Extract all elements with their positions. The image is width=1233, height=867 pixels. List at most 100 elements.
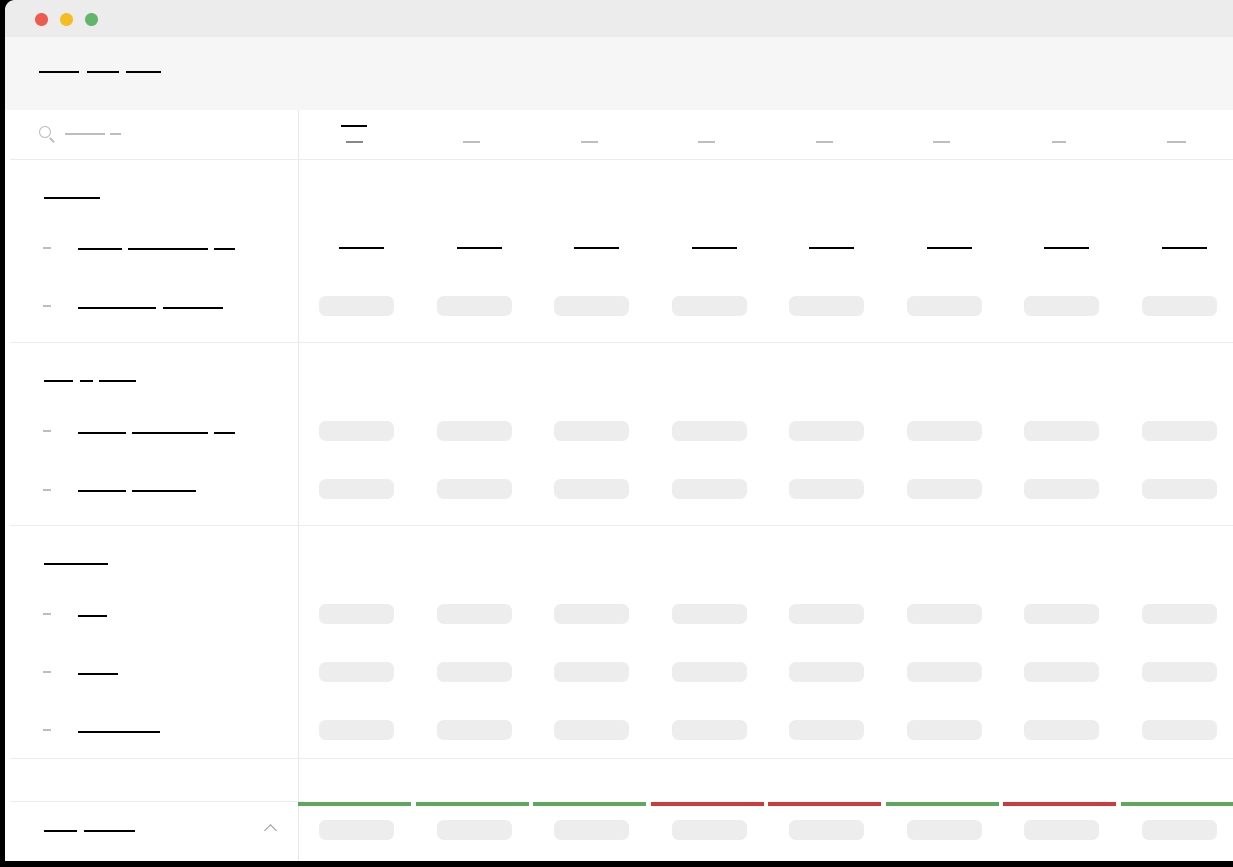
cell-placeholder (907, 421, 982, 441)
section-title (44, 563, 108, 565)
cell-placeholder (1142, 820, 1217, 840)
cell-placeholder (1142, 421, 1217, 441)
cell-placeholder (554, 720, 629, 740)
page-title (39, 71, 79, 73)
column-header[interactable] (463, 141, 480, 143)
column-header[interactable] (1052, 141, 1066, 143)
cell-placeholder (437, 421, 512, 441)
row-label (78, 248, 122, 250)
cell-placeholder (437, 720, 512, 740)
row-icon (43, 671, 51, 673)
row-label (128, 248, 208, 250)
cell-placeholder (672, 820, 747, 840)
row-label (78, 432, 126, 434)
column-header[interactable] (1167, 141, 1186, 143)
cell-placeholder (1024, 604, 1099, 624)
status-bar (1003, 802, 1116, 806)
cell-placeholder (907, 662, 982, 682)
row-label (78, 731, 160, 733)
column-header-selected-indicator (341, 125, 367, 127)
search-input[interactable] (65, 133, 105, 135)
row-label (132, 490, 196, 492)
divider (10, 159, 1233, 160)
status-bar (1121, 802, 1233, 806)
column-header[interactable] (346, 141, 363, 143)
cell-placeholder (1142, 479, 1217, 499)
row-icon (43, 247, 51, 249)
row-label (214, 432, 235, 434)
cell-placeholder (789, 820, 864, 840)
cell-placeholder (672, 604, 747, 624)
page-title (87, 71, 119, 73)
cell-placeholder (1024, 421, 1099, 441)
cell-placeholder (789, 604, 864, 624)
row-label (78, 307, 156, 309)
section-title (44, 380, 73, 382)
cell-placeholder (1142, 720, 1217, 740)
page-title (126, 71, 161, 73)
search-icon[interactable] (39, 126, 51, 138)
cell-placeholder (672, 296, 747, 316)
cell-placeholder (907, 479, 982, 499)
row-icon (43, 613, 51, 615)
cell-value (339, 247, 384, 249)
cell-placeholder (1024, 662, 1099, 682)
cell-value (574, 247, 619, 249)
footer-label (44, 830, 77, 832)
cell-value (692, 247, 737, 249)
cell-placeholder (1024, 720, 1099, 740)
minimize-window-button[interactable] (60, 13, 73, 26)
cell-placeholder (1142, 296, 1217, 316)
zoom-window-button[interactable] (85, 13, 98, 26)
row-label (78, 673, 118, 675)
cell-placeholder (319, 820, 394, 840)
status-bar (298, 802, 411, 806)
cell-placeholder (554, 296, 629, 316)
divider (10, 342, 1233, 343)
row-label (78, 615, 107, 617)
cell-placeholder (1142, 604, 1217, 624)
page-header (5, 37, 1233, 110)
cell-placeholder (672, 720, 747, 740)
cell-value (1162, 247, 1207, 249)
cell-placeholder (907, 720, 982, 740)
cell-placeholder (319, 604, 394, 624)
section-title (99, 380, 136, 382)
cell-value (809, 247, 854, 249)
cell-placeholder (907, 820, 982, 840)
cell-placeholder (319, 720, 394, 740)
row-label (214, 248, 235, 250)
row-icon (43, 430, 51, 432)
cell-placeholder (789, 421, 864, 441)
column-header[interactable] (816, 141, 833, 143)
cell-placeholder (789, 662, 864, 682)
cell-value (927, 247, 972, 249)
cell-placeholder (437, 604, 512, 624)
cell-placeholder (789, 296, 864, 316)
title-bar (5, 0, 1233, 37)
cell-placeholder (554, 421, 629, 441)
cell-placeholder (907, 604, 982, 624)
search-input-hint (110, 133, 121, 135)
cell-placeholder (319, 296, 394, 316)
column-header[interactable] (698, 141, 715, 143)
cell-placeholder (1024, 296, 1099, 316)
row-icon (43, 489, 51, 491)
column-header[interactable] (933, 141, 950, 143)
row-label (132, 432, 208, 434)
close-window-button[interactable] (35, 13, 48, 26)
cell-placeholder (319, 479, 394, 499)
row-label (163, 307, 223, 309)
cell-placeholder (437, 296, 512, 316)
column-header[interactable] (581, 141, 598, 143)
divider (10, 801, 303, 802)
status-bar (768, 802, 881, 806)
cell-placeholder (437, 479, 512, 499)
cell-placeholder (554, 479, 629, 499)
sidebar (5, 110, 299, 861)
app-window (5, 0, 1233, 861)
cell-placeholder (789, 720, 864, 740)
cell-placeholder (319, 662, 394, 682)
cell-placeholder (554, 820, 629, 840)
cell-placeholder (907, 296, 982, 316)
